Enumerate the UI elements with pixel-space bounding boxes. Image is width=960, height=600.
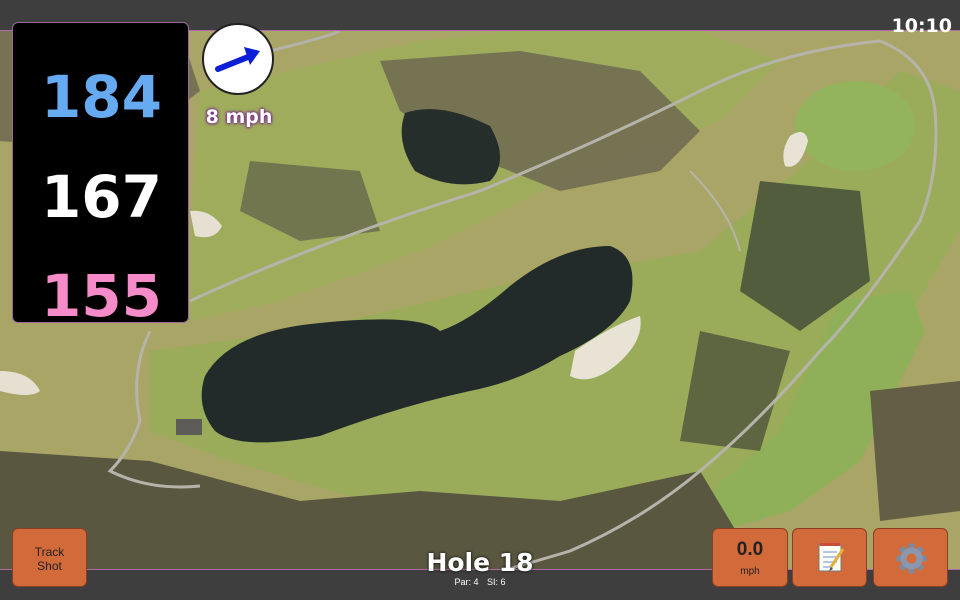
status-clock: 10:10 xyxy=(891,15,952,37)
notepad-icon xyxy=(818,543,845,572)
speed-value: 0.0 xyxy=(736,539,764,560)
track-shot-button[interactable]: Track Shot xyxy=(12,528,87,587)
distance-front: 155 xyxy=(40,262,163,330)
wind-speed-label: 8 mph xyxy=(205,106,273,128)
wind-indicator xyxy=(202,23,274,95)
speed-unit: mph xyxy=(740,566,760,577)
green-top xyxy=(795,81,915,171)
gear-icon xyxy=(896,543,927,574)
track-shot-label: Track Shot xyxy=(34,545,65,573)
distance-back: 184 xyxy=(40,63,163,131)
wind-direction-arrow-icon xyxy=(215,47,260,72)
settings-button[interactable] xyxy=(873,528,948,587)
hole-stroke-index: SI: 6 xyxy=(487,577,506,587)
tree-cluster-far-right xyxy=(870,381,960,521)
distance-middle: 167 xyxy=(40,163,163,231)
distance-panel: 184 167 155 xyxy=(12,22,189,330)
hole-info: Par: 4 SI: 6 xyxy=(400,577,560,587)
maintenance-shed xyxy=(176,419,202,435)
notes-button[interactable] xyxy=(792,528,867,587)
hole-par: Par: 4 xyxy=(454,577,479,587)
speed-button[interactable]: 0.0 mph xyxy=(712,528,788,587)
hole-title: Hole 18 xyxy=(426,548,534,577)
